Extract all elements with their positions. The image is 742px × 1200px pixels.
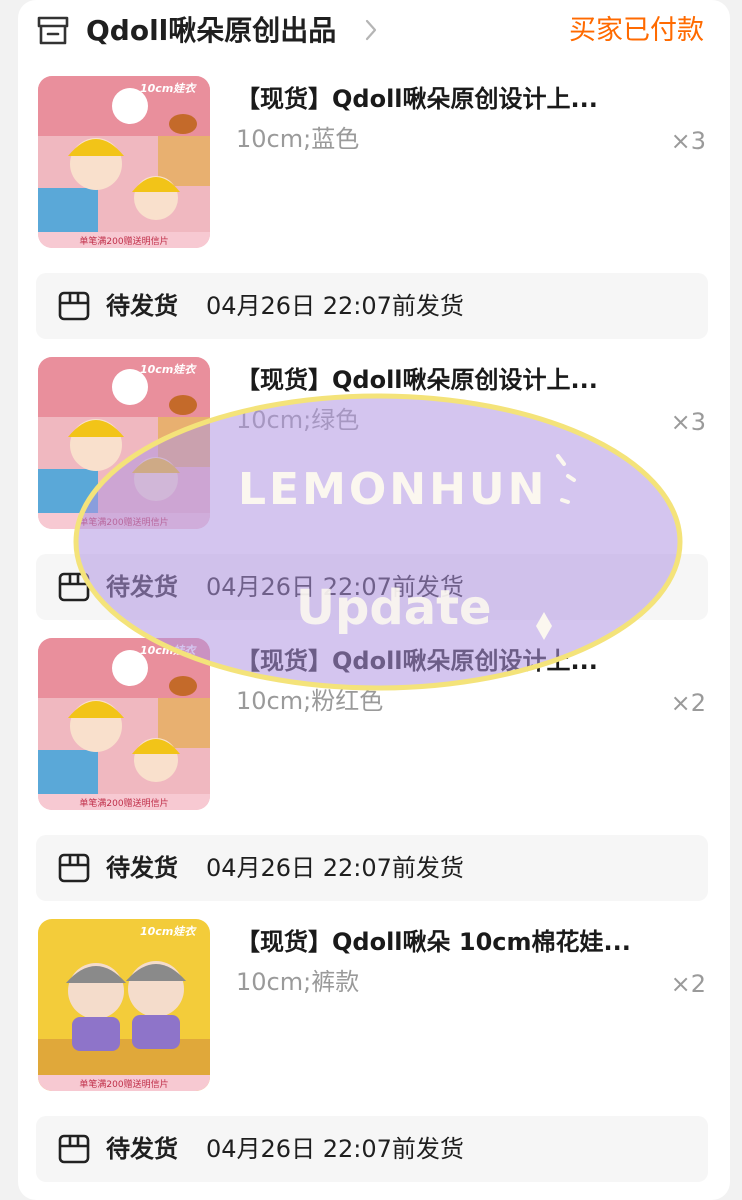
product-quantity: ×2: [670, 970, 706, 998]
shipping-deadline: 04月26日 22:07前发货: [206, 573, 464, 601]
shipping-status: 待发货: [106, 573, 178, 601]
shipping-status: 待发货: [106, 1135, 178, 1163]
package-box-icon: [58, 853, 90, 883]
product-quantity: ×2: [670, 689, 706, 717]
shipping-status-row: 待发货 04月26日 22:07前发货: [36, 835, 708, 901]
order-item[interactable]: 10cm娃衣 单笔满200赠送明信片 【现货】Qdoll啾朵原创设计上... 1…: [18, 76, 730, 252]
order-item[interactable]: 10cm娃衣 单笔满200赠送明信片 【现货】Qdoll啾朵 10cm棉花娃..…: [18, 919, 730, 1095]
product-title[interactable]: 【现货】Qdoll啾朵原创设计上...: [236, 363, 646, 397]
shipping-deadline: 04月26日 22:07前发货: [206, 292, 464, 320]
shipping-status-row: 待发货 04月26日 22:07前发货: [36, 554, 708, 620]
package-box-icon: [58, 1134, 90, 1164]
chevron-right-icon[interactable]: [364, 18, 378, 42]
product-thumbnail[interactable]: 10cm娃衣 单笔满200赠送明信片: [38, 919, 210, 1091]
thumb-footer: 单笔满200赠送明信片: [79, 797, 168, 809]
store-name-link[interactable]: Qdoll啾朵原创出品: [86, 12, 336, 50]
product-spec: 10cm;蓝色: [236, 125, 360, 153]
order-status: 买家已付款: [569, 15, 704, 46]
product-title[interactable]: 【现货】Qdoll啾朵原创设计上...: [236, 644, 646, 678]
thumb-badge: 10cm娃衣: [140, 82, 197, 95]
order-item[interactable]: 10cm娃衣 单笔满200赠送明信片 【现货】Qdoll啾朵原创设计上... 1…: [18, 638, 730, 814]
shipping-status: 待发货: [106, 854, 178, 882]
shipping-status-row: 待发货 04月26日 22:07前发货: [36, 273, 708, 339]
product-quantity: ×3: [670, 408, 706, 436]
product-spec: 10cm;粉红色: [236, 687, 384, 715]
shipping-deadline: 04月26日 22:07前发货: [206, 854, 464, 882]
thumb-footer: 单笔满200赠送明信片: [79, 1078, 168, 1090]
order-card: Qdoll啾朵原创出品 买家已付款 10cm娃衣 单笔满200赠送明信片 【现货…: [18, 0, 730, 1200]
order-item[interactable]: 10cm娃衣 单笔满200赠送明信片 【现货】Qdoll啾朵原创设计上... 1…: [18, 357, 730, 533]
package-box-icon: [58, 291, 90, 321]
shipping-status: 待发货: [106, 292, 178, 320]
order-header: Qdoll啾朵原创出品 买家已付款: [18, 0, 730, 62]
product-quantity: ×3: [670, 127, 706, 155]
product-thumbnail[interactable]: 10cm娃衣 单笔满200赠送明信片: [38, 638, 210, 810]
thumb-footer: 单笔满200赠送明信片: [79, 516, 168, 528]
shipping-status-row: 待发货 04月26日 22:07前发货: [36, 1116, 708, 1182]
package-box-icon: [58, 572, 90, 602]
product-title[interactable]: 【现货】Qdoll啾朵原创设计上...: [236, 82, 646, 116]
thumb-badge: 10cm娃衣: [140, 644, 197, 657]
product-thumbnail[interactable]: 10cm娃衣 单笔满200赠送明信片: [38, 76, 210, 248]
product-title[interactable]: 【现货】Qdoll啾朵 10cm棉花娃...: [236, 925, 646, 959]
thumb-badge: 10cm娃衣: [140, 363, 197, 376]
shipping-deadline: 04月26日 22:07前发货: [206, 1135, 464, 1163]
product-thumbnail[interactable]: 10cm娃衣 单笔满200赠送明信片: [38, 357, 210, 529]
thumb-footer: 单笔满200赠送明信片: [79, 235, 168, 247]
product-spec: 10cm;绿色: [236, 406, 360, 434]
product-spec: 10cm;裤款: [236, 968, 360, 996]
store-icon: [37, 16, 69, 45]
thumb-badge: 10cm娃衣: [140, 925, 197, 938]
